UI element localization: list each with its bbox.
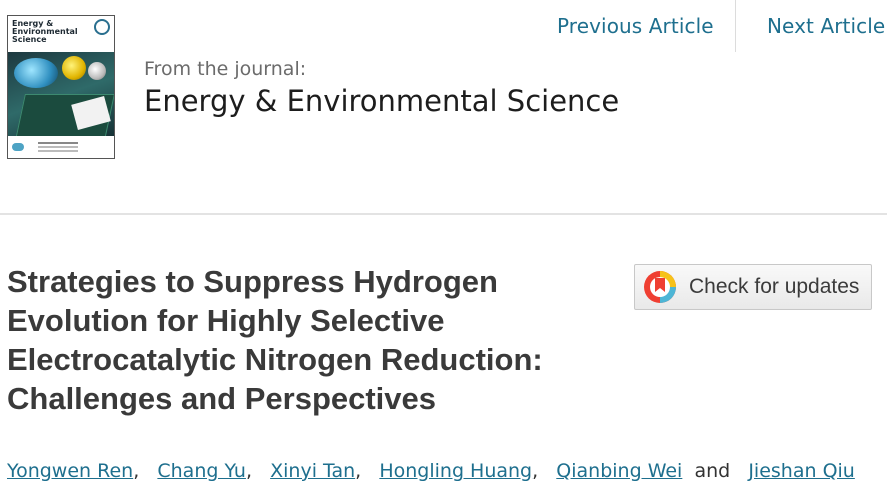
section-divider [0,213,887,215]
rsc-logo-icon [12,143,24,151]
article-title: Strategies to Suppress Hydrogen Evolutio… [7,264,543,416]
previous-article-link[interactable]: Previous Article [557,14,714,38]
author-link[interactable]: Xinyi Tan [270,460,355,482]
check-for-updates-label: Check for updates [689,275,860,298]
cover-title: Energy & Environmental Science [12,19,78,44]
cover-footer [8,136,114,158]
journal-cover-image[interactable]: Energy & Environmental Science [7,15,115,159]
author-link[interactable]: Qianbing Wei [556,460,682,482]
check-for-updates-button[interactable]: Check for updates [634,264,872,310]
cover-badge-icon [94,19,110,35]
authors-joiner: and [694,460,731,482]
author-list: Yongwen Ren, Chang Yu, Xinyi Tan, Hongli… [7,460,855,482]
author-link[interactable]: Hongling Huang [379,460,532,482]
crossmark-icon [643,270,677,304]
author-link[interactable]: Jieshan Qiu [748,460,855,482]
from-journal-label: From the journal: [144,58,307,80]
author-link[interactable]: Yongwen Ren [7,460,133,482]
nav-divider [735,0,736,52]
next-article-link[interactable]: Next Article [767,14,885,38]
journal-name[interactable]: Energy & Environmental Science [144,84,619,118]
author-link[interactable]: Chang Yu [157,460,246,482]
